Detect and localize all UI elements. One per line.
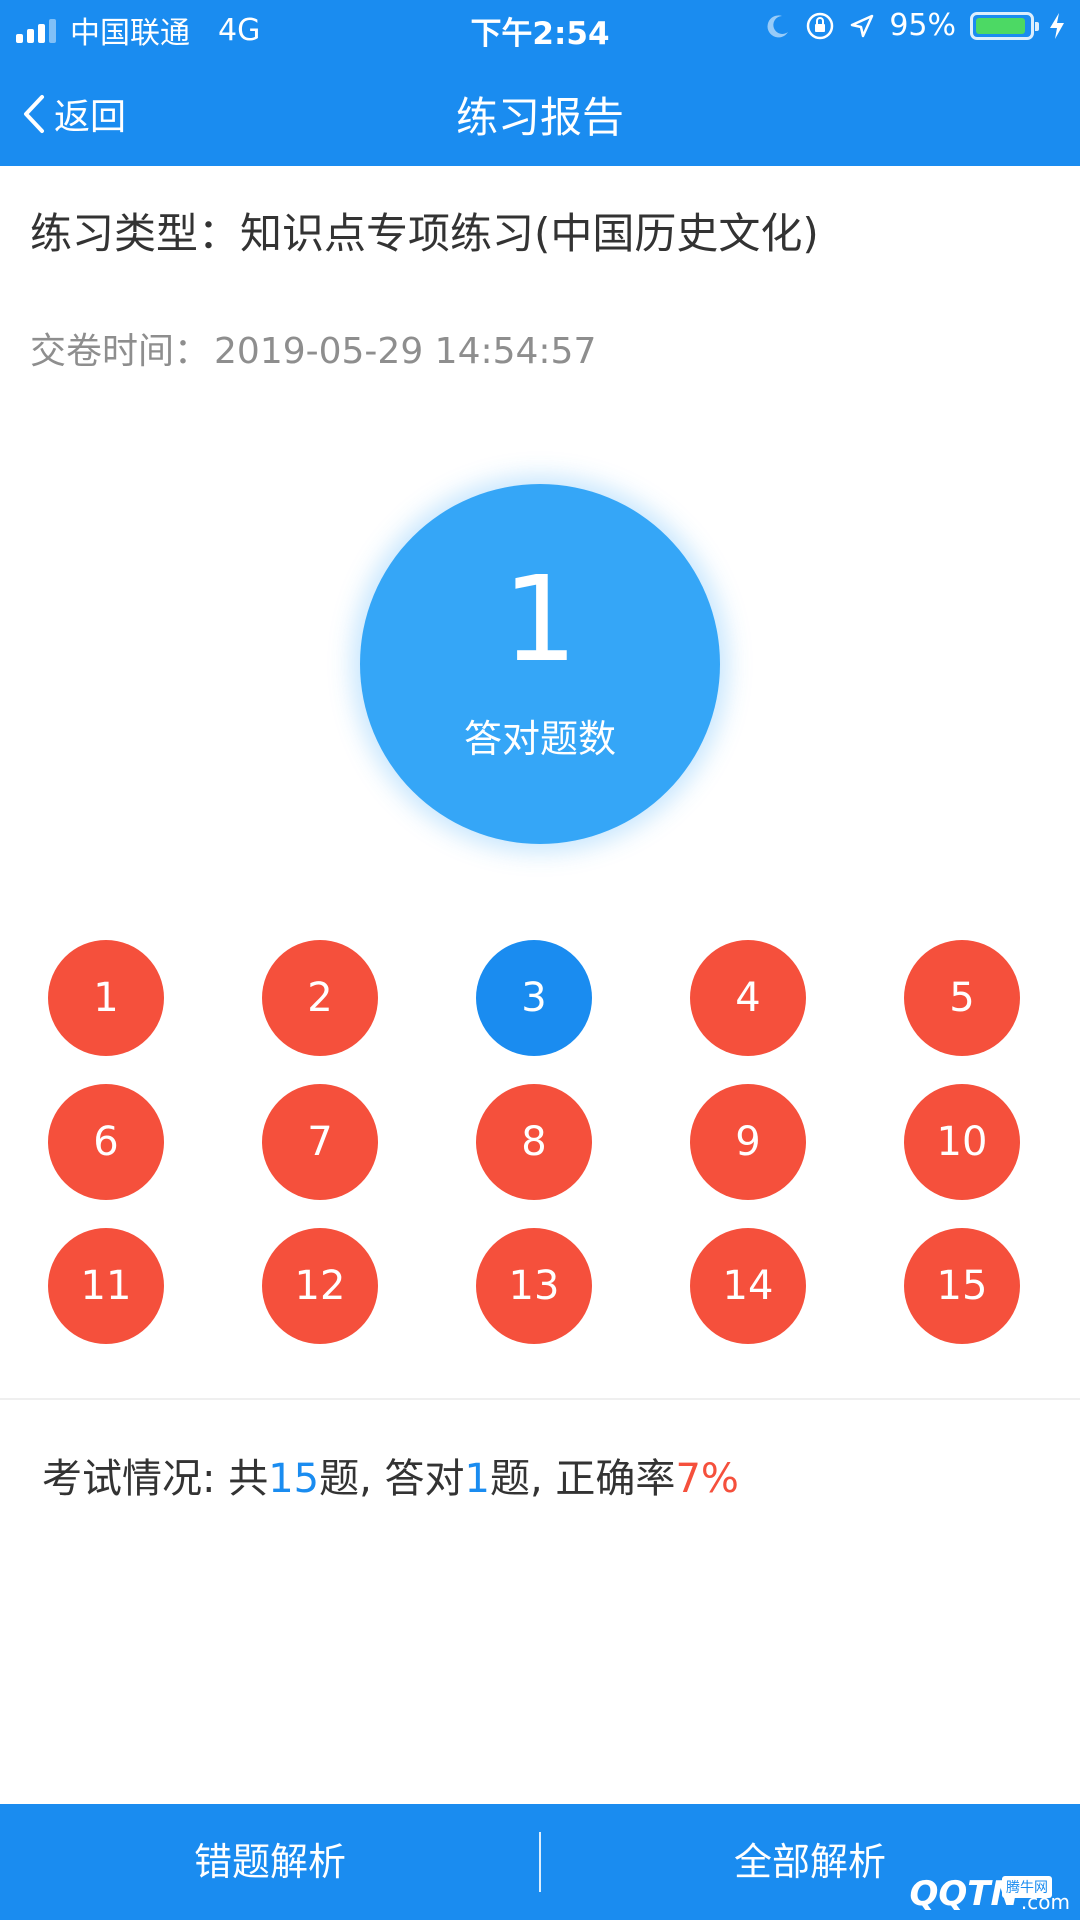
nav-bar: 返回 练习报告 bbox=[0, 54, 1080, 166]
question-item-12[interactable]: 12 bbox=[262, 1228, 378, 1344]
question-item-1[interactable]: 1 bbox=[48, 940, 164, 1056]
charging-icon bbox=[1050, 12, 1064, 39]
question-item-8[interactable]: 8 bbox=[476, 1084, 592, 1200]
submit-time: 交卷时间： 2019-05-29 14:54:57 bbox=[30, 322, 596, 374]
submit-time-label: 交卷时间： bbox=[30, 331, 211, 372]
status-bar: 中国联通 4G 下午2:54 95% bbox=[0, 0, 1080, 54]
summary-rate: 7% bbox=[675, 1456, 739, 1502]
practice-type: 练习类型：知识点专项练习(中国历史文化) bbox=[30, 200, 819, 261]
status-bar-right: 95% bbox=[765, 8, 1066, 43]
question-item-11[interactable]: 11 bbox=[48, 1228, 164, 1344]
summary-mid1: 题, 答对 bbox=[319, 1456, 465, 1502]
watermark-sub: 腾牛网 bbox=[1002, 1876, 1052, 1898]
moon-icon bbox=[767, 14, 789, 37]
practice-type-label: 练习类型： bbox=[30, 209, 241, 258]
page-title: 练习报告 bbox=[455, 93, 624, 142]
battery-icon bbox=[970, 11, 1039, 40]
score-circle: 1 答对题数 bbox=[360, 484, 720, 844]
question-item-9[interactable]: 9 bbox=[690, 1084, 806, 1200]
practice-type-value: 知识点专项练习(中国历史文化) bbox=[240, 209, 819, 258]
summary-prefix: 考试情况: 共 bbox=[42, 1456, 269, 1502]
watermark-logo: QQTN .com 腾牛网 bbox=[909, 1874, 1070, 1914]
score-value: 1 bbox=[502, 550, 578, 688]
question-item-15[interactable]: 15 bbox=[904, 1228, 1020, 1344]
submit-time-value: 2019-05-29 14:54:57 bbox=[214, 331, 597, 372]
orientation-lock-icon bbox=[807, 12, 834, 39]
battery-percent: 95% bbox=[889, 8, 956, 43]
question-item-4[interactable]: 4 bbox=[690, 940, 806, 1056]
question-item-14[interactable]: 14 bbox=[690, 1228, 806, 1344]
header: 中国联通 4G 下午2:54 95% 返回 练习报告 bbox=[0, 0, 1080, 166]
question-item-13[interactable]: 13 bbox=[476, 1228, 592, 1344]
divider bbox=[0, 1398, 1080, 1400]
question-item-5[interactable]: 5 bbox=[904, 940, 1020, 1056]
question-item-6[interactable]: 6 bbox=[48, 1084, 164, 1200]
question-item-3[interactable]: 3 bbox=[476, 940, 592, 1056]
exam-summary: 考试情况: 共15题, 答对1题, 正确率7% bbox=[42, 1446, 739, 1504]
question-item-7[interactable]: 7 bbox=[262, 1084, 378, 1200]
location-icon bbox=[851, 14, 874, 37]
summary-correct: 1 bbox=[464, 1456, 490, 1502]
summary-total: 15 bbox=[268, 1456, 320, 1502]
question-item-10[interactable]: 10 bbox=[904, 1084, 1020, 1200]
summary-mid2: 题, 正确率 bbox=[490, 1456, 676, 1502]
score-label: 答对题数 bbox=[463, 717, 616, 761]
wrong-analysis-button[interactable]: 错题解析 bbox=[0, 1804, 540, 1920]
bottom-bar: 错题解析 全部解析 QQTN .com 腾牛网 bbox=[0, 1804, 1080, 1920]
question-item-2[interactable]: 2 bbox=[262, 940, 378, 1056]
